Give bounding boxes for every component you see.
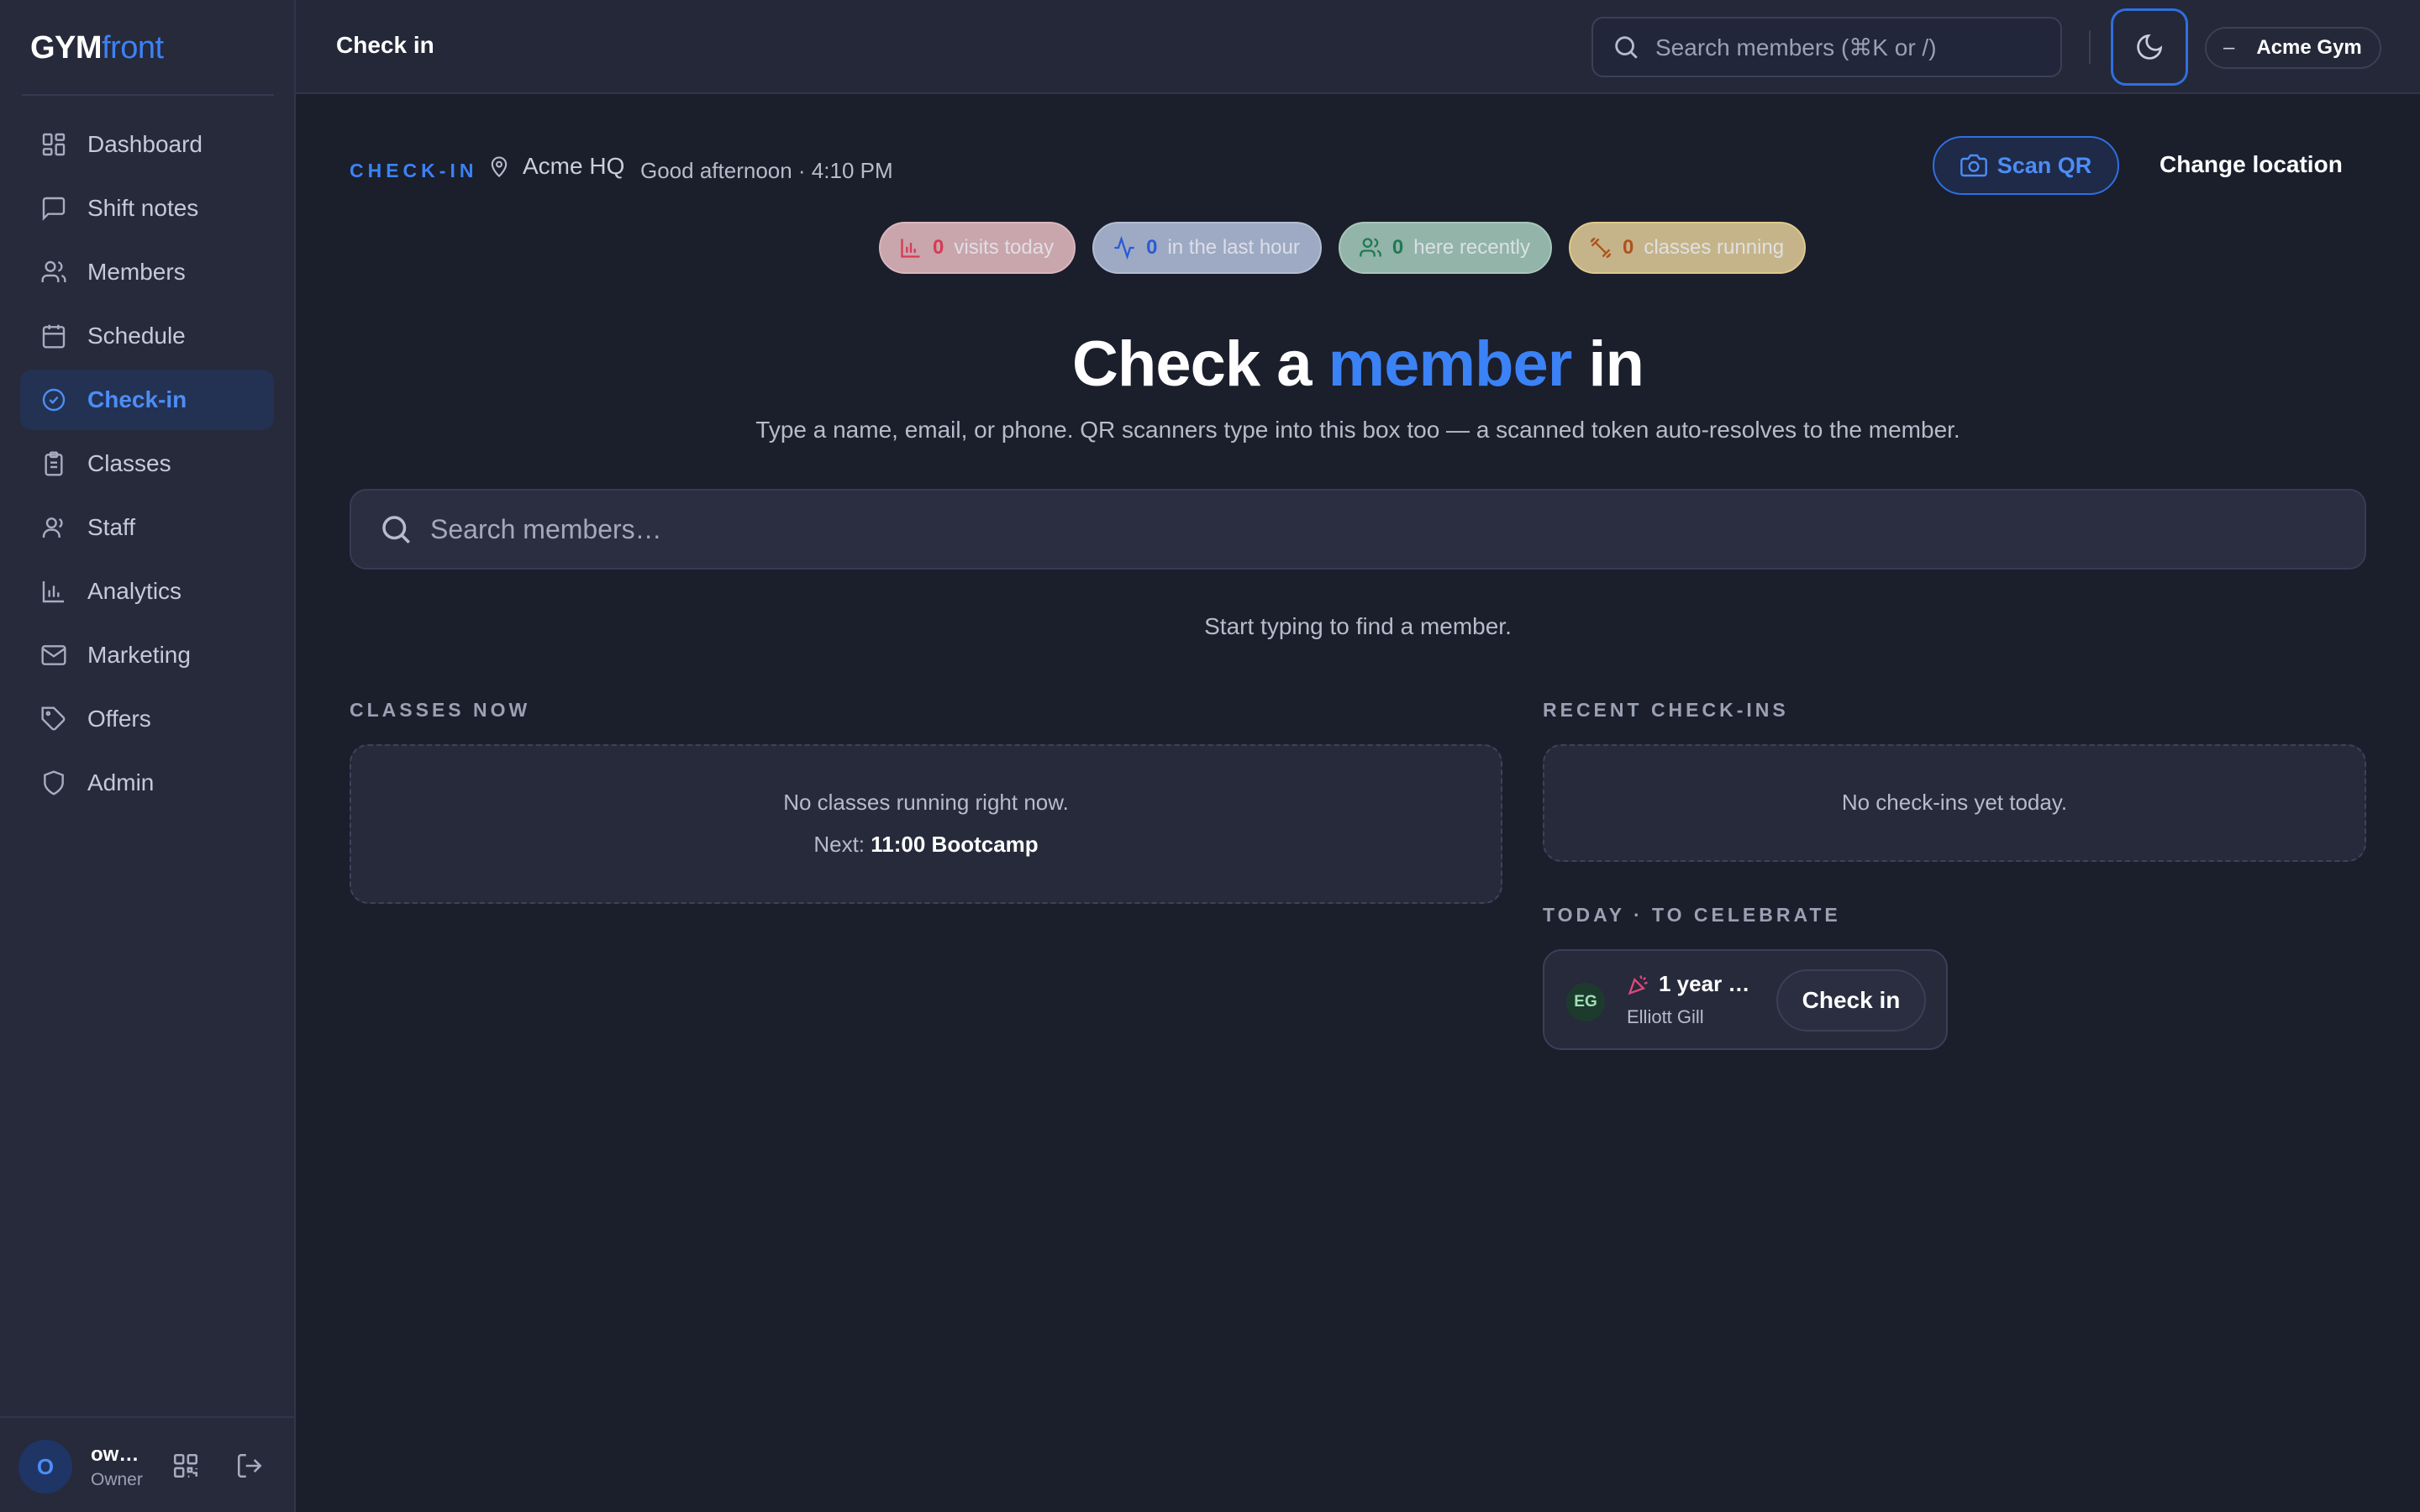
celebrate-member-name: Elliott Gill — [1627, 1006, 1704, 1027]
sidebar-footer: O owner Owner — [0, 1416, 294, 1512]
theme-toggle-button[interactable] — [2111, 8, 2188, 86]
scan-qr-label: Scan QR — [1996, 152, 2092, 178]
sidebar-nav: Dashboard Shift notes Members Schedule C… — [20, 114, 274, 816]
stat-value: 0 — [1146, 236, 1158, 259]
gym-name: Acme Gym — [2256, 36, 2362, 59]
dashboard-icon — [42, 133, 66, 156]
sidebar-item-label: Classes — [87, 450, 171, 476]
sidebar-item-label: Offers — [87, 706, 151, 732]
celebrate-headline: 1 year anniversary — [1627, 971, 1761, 997]
search-icon — [1615, 36, 1638, 59]
activity-icon — [1114, 236, 1134, 260]
greeting-text: Good afternoon · 4:10 PM — [640, 158, 893, 183]
logout-icon[interactable] — [235, 1452, 264, 1480]
camera-icon — [1960, 154, 1987, 177]
tag-icon — [41, 706, 66, 731]
map-pin-icon — [491, 156, 508, 178]
user-role: Owner — [91, 1470, 143, 1489]
page-title: Check in — [336, 32, 434, 58]
hero-subtitle: Type a name, email, or phone. QR scanner… — [755, 417, 1960, 443]
stat-value: 0 — [1392, 236, 1404, 259]
stat-label: visits today — [954, 236, 1055, 259]
stat-visits-today: 0 visits today — [879, 222, 1076, 274]
stat-label: in the last hour — [1167, 236, 1300, 259]
sidebar-item-members[interactable]: Members — [20, 242, 274, 302]
sidebar-item-label: Marketing — [87, 642, 191, 668]
global-search-placeholder: Search members (⌘K or /) — [1655, 34, 1937, 60]
qr-code-icon[interactable] — [171, 1452, 200, 1480]
change-location-button[interactable]: Change location — [2160, 151, 2343, 178]
brand-logo-part2: front — [102, 30, 164, 66]
sidebar-item-admin[interactable]: Admin — [20, 753, 274, 813]
avatar[interactable]: O — [18, 1440, 72, 1494]
next-class: Next: 11:00 Bootcamp — [351, 832, 1501, 858]
stats-row: 0 visits today 0 in the last hour 0 here… — [879, 222, 1807, 274]
sidebar-item-label: Members — [87, 259, 186, 285]
search-hint: Start typing to find a member. — [1204, 613, 1512, 639]
user-name: owner — [91, 1443, 143, 1466]
hero-part1: Check a — [1072, 328, 1328, 400]
stat-label: classes running — [1644, 236, 1785, 259]
brand-logo[interactable]: GYMfront — [30, 30, 164, 66]
location-name: Acme HQ — [523, 153, 625, 179]
stat-value: 0 — [933, 236, 944, 259]
celebrate-headline-text: 1 year anniversary — [1659, 971, 1761, 996]
member-search-input[interactable]: Search members… — [350, 489, 2366, 570]
celebrate-title: TODAY · TO CELEBRATE — [1543, 904, 1841, 926]
recent-checkins-panel: No check-ins yet today. — [1543, 744, 2366, 862]
hero-part2: in — [1571, 328, 1644, 400]
sidebar-item-label: Dashboard — [87, 131, 203, 157]
scan-qr-button[interactable]: Scan QR — [1933, 136, 2119, 195]
moon-icon — [2137, 34, 2163, 60]
gym-switcher-button[interactable]: – Acme Gym — [2205, 27, 2381, 69]
sidebar-item-label: Staff — [87, 514, 136, 540]
clipboard-icon — [45, 451, 63, 476]
bar-chart-icon — [42, 581, 64, 603]
member-search-placeholder: Search members… — [430, 513, 662, 544]
stat-classes-running: 0 classes running — [1568, 222, 1807, 274]
celebrate-check-in-button[interactable]: Check in — [1776, 969, 1926, 1032]
gym-switcher-prefix: – — [2223, 36, 2235, 59]
dumbbell-icon — [1590, 237, 1612, 259]
recent-checkins-empty-text: No check-ins yet today. — [1841, 790, 2068, 815]
top-bar: Check in Search members (⌘K or /) – Acme… — [296, 0, 2420, 94]
shield-icon — [44, 770, 64, 795]
sidebar-item-shift-notes[interactable]: Shift notes — [20, 178, 274, 239]
bar-chart-icon — [901, 239, 920, 258]
classes-empty-text: No classes running right now. — [783, 790, 1069, 815]
sidebar-item-label: Analytics — [87, 578, 182, 604]
top-divider — [2089, 30, 2091, 64]
hero-accent: member — [1328, 328, 1573, 400]
hero-heading: Check a member in — [0, 328, 2420, 401]
next-class-value[interactable]: 11:00 Bootcamp — [871, 832, 1038, 857]
users-icon — [41, 260, 66, 282]
location-label: Acme HQ — [487, 153, 624, 180]
mail-icon — [41, 645, 66, 665]
stat-last-hour: 0 in the last hour — [1092, 222, 1322, 274]
sidebar-item-label: Shift notes — [87, 195, 199, 221]
sidebar-item-label: Admin — [87, 769, 155, 795]
celebrate-card: EG 1 year anniversary Elliott Gill Check… — [1543, 949, 1948, 1050]
global-search-input[interactable]: Search members (⌘K or /) — [1591, 17, 2062, 77]
stat-label: here recently — [1413, 236, 1530, 259]
recent-checkins-title: RECENT CHECK-INS — [1543, 699, 1789, 721]
stat-here-recently: 0 here recently — [1338, 222, 1552, 274]
stat-value: 0 — [1622, 236, 1634, 259]
sidebar-item-offers[interactable]: Offers — [20, 689, 274, 749]
sidebar-item-dashboard[interactable]: Dashboard — [20, 114, 274, 175]
avatar: EG — [1566, 983, 1605, 1021]
sidebar: GYMfront Dashboard Shift notes Members S… — [0, 0, 296, 1512]
brand-divider — [22, 94, 274, 96]
users-icon — [1360, 238, 1381, 257]
sidebar-item-staff[interactable]: Staff — [20, 497, 274, 558]
staff-icon — [42, 517, 63, 538]
next-class-prefix: Next: — [813, 832, 865, 857]
section-eyebrow: CHECK-IN — [350, 160, 478, 181]
message-icon — [42, 197, 66, 221]
search-icon — [382, 516, 410, 543]
classes-now-title: CLASSES NOW — [350, 699, 531, 721]
classes-now-panel: No classes running right now. Next: 11:0… — [350, 744, 1502, 904]
party-popper-icon — [1628, 974, 1648, 995]
brand-logo-part1: GYM — [30, 30, 103, 66]
